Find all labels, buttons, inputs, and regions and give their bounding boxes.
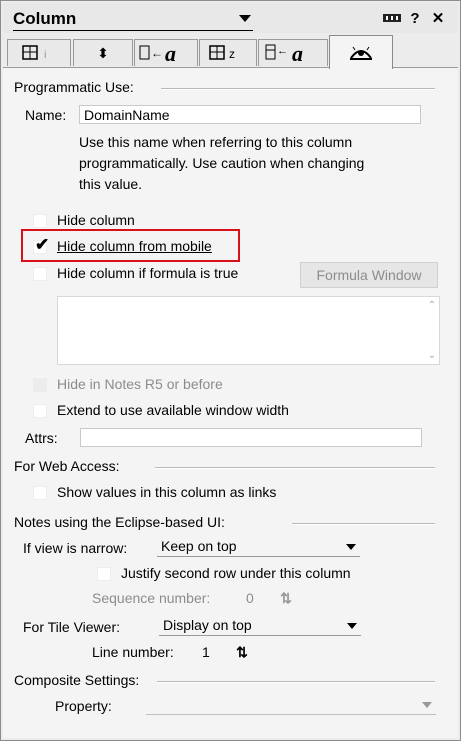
- svg-text:←: ←: [277, 45, 288, 57]
- section-divider: [155, 467, 435, 469]
- tab-advanced[interactable]: [329, 35, 393, 69]
- dock-grip-icon[interactable]: [381, 9, 403, 27]
- hide-in-notes-r5-checkbox[interactable]: [33, 378, 47, 392]
- show-links-checkbox[interactable]: [33, 486, 47, 500]
- hide-column-checkbox[interactable]: [33, 214, 47, 228]
- hide-if-formula-checkbox[interactable]: [33, 267, 47, 281]
- svg-text:←: ←: [151, 46, 163, 60]
- chevron-down-icon: [347, 623, 357, 629]
- justify-label: Justify second row under this column: [121, 565, 351, 581]
- section-divider: [161, 88, 435, 90]
- help-icon[interactable]: ?: [408, 9, 422, 27]
- section-divider: [157, 681, 435, 683]
- line-number-label: Line number:: [92, 644, 174, 660]
- number-format-icon: z: [209, 45, 235, 61]
- attrs-input[interactable]: [80, 428, 422, 447]
- narrow-label: If view is narrow:: [23, 540, 128, 556]
- svg-text:i: i: [44, 49, 46, 61]
- web-section-title: For Web Access:: [14, 458, 120, 474]
- hide-column-label: Hide column: [57, 212, 135, 228]
- narrow-select[interactable]: Keep on top: [157, 538, 360, 557]
- sort-arrows-icon: ⬍: [97, 44, 109, 61]
- chevron-down-icon: [346, 544, 356, 550]
- sequence-stepper-icon[interactable]: ⇅: [277, 589, 295, 607]
- property-select[interactable]: [146, 696, 436, 715]
- tile-label: For Tile Viewer:: [23, 619, 120, 635]
- name-help-line-3: this value.: [79, 176, 143, 192]
- sequence-value[interactable]: 0: [246, 590, 254, 606]
- font-icon: ← a: [139, 42, 176, 64]
- scroll-down-icon[interactable]: ⌄: [427, 350, 437, 361]
- property-label: Property:: [55, 698, 112, 714]
- name-label: Name:: [25, 107, 67, 123]
- close-icon[interactable]: ✕: [431, 9, 445, 27]
- hide-in-notes-r5-label: Hide in Notes R5 or before: [57, 376, 223, 392]
- hide-if-formula-label: Hide column if formula is true: [57, 265, 239, 281]
- formula-window-button[interactable]: Formula Window: [300, 262, 438, 288]
- title-bar: Column ? ✕: [3, 3, 458, 33]
- title-dropdown-icon[interactable]: [239, 15, 251, 22]
- name-help-line-1: Use this name when referring to this col…: [79, 134, 353, 150]
- line-number-stepper-icon[interactable]: ⇅: [233, 643, 251, 661]
- column-icon: i: [22, 45, 46, 61]
- chevron-down-icon: [422, 702, 432, 708]
- tab-sorting[interactable]: ⬍: [73, 39, 133, 66]
- narrow-select-value: Keep on top: [161, 538, 237, 554]
- advanced-icon: [350, 46, 372, 60]
- name-help-line-2: programmatically. Use caution when chang…: [79, 155, 365, 171]
- svg-text:a: a: [292, 42, 303, 64]
- title-font-icon: ← a: [265, 42, 303, 64]
- tile-select-value: Display on top: [163, 617, 252, 633]
- attrs-label: Attrs:: [25, 430, 58, 446]
- justify-checkbox[interactable]: [97, 567, 111, 581]
- tab-strip: i ⬍ ← a z ← a: [3, 35, 458, 69]
- scroll-up-icon[interactable]: ⌃: [427, 300, 437, 311]
- highlight-box: [21, 229, 240, 262]
- extend-width-label: Extend to use available window width: [57, 402, 289, 418]
- extend-width-checkbox[interactable]: [33, 404, 47, 418]
- tab-font[interactable]: ← a: [134, 39, 198, 66]
- sequence-label: Sequence number:: [92, 590, 211, 606]
- name-input[interactable]: DomainName: [79, 105, 421, 124]
- eclipse-section-title: Notes using the Eclipse-based UI:: [14, 514, 225, 530]
- panel-body: Programmatic Use: Name: DomainName Use t…: [3, 68, 458, 738]
- column-properties-panel: Column ? ✕ i ⬍ ← a z ← a Programmatic Use:: [0, 0, 461, 741]
- composite-section-title: Composite Settings:: [14, 672, 140, 688]
- line-number-value[interactable]: 1: [202, 644, 210, 660]
- title-underline: [13, 30, 253, 31]
- show-links-label: Show values in this column as links: [57, 484, 277, 500]
- tab-basics[interactable]: i: [7, 39, 71, 66]
- section-divider: [292, 523, 435, 525]
- tile-select[interactable]: Display on top: [159, 617, 361, 636]
- tab-numbers[interactable]: z: [199, 39, 257, 66]
- svg-text:a: a: [165, 42, 176, 64]
- svg-text:z: z: [229, 47, 235, 61]
- hide-formula-textarea[interactable]: ⌃ ⌄: [57, 296, 440, 365]
- panel-title: Column: [13, 9, 77, 28]
- tab-title-styles[interactable]: ← a: [258, 39, 328, 66]
- programmatic-section-title: Programmatic Use:: [14, 79, 134, 95]
